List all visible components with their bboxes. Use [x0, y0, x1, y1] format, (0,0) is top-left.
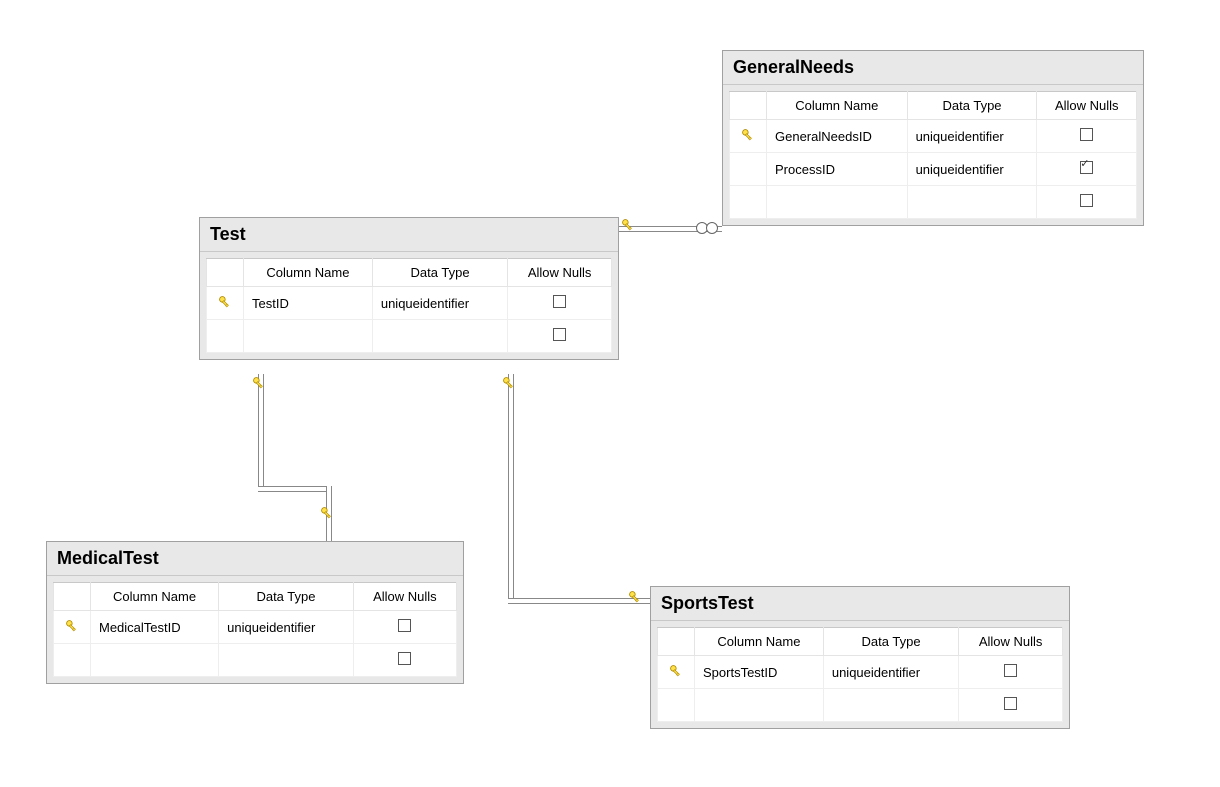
- cell-column-name[interactable]: TestID: [244, 287, 373, 320]
- relation-many-icon: [696, 221, 718, 239]
- cell-column-name[interactable]: GeneralNeedsID: [767, 120, 908, 153]
- columns-grid[interactable]: Column Name Data Type Allow Nulls Medica…: [53, 582, 457, 677]
- relation-test-sportstest: [508, 374, 514, 598]
- cell-allow-nulls[interactable]: [353, 611, 456, 644]
- primary-key-icon: [669, 664, 683, 681]
- primary-key-icon: [741, 128, 755, 145]
- cell-allow-nulls[interactable]: [508, 287, 612, 320]
- table-general-needs[interactable]: GeneralNeeds Column Name Data Type Allow…: [722, 50, 1144, 226]
- cell-column-name[interactable]: ProcessID: [767, 153, 908, 186]
- table-medical-test[interactable]: MedicalTest Column Name Data Type Allow …: [46, 541, 464, 684]
- cell-allow-nulls[interactable]: [1037, 153, 1137, 186]
- cell-data-type[interactable]: uniqueidentifier: [907, 153, 1037, 186]
- header-column-name: Column Name: [244, 259, 373, 287]
- cell-data-type[interactable]: [372, 320, 507, 353]
- cell-data-type[interactable]: uniqueidentifier: [219, 611, 354, 644]
- cell-column-name[interactable]: [244, 320, 373, 353]
- cell-column-name[interactable]: [695, 689, 824, 722]
- columns-grid[interactable]: Column Name Data Type Allow Nulls TestID…: [206, 258, 612, 353]
- diagram-canvas[interactable]: { "headers": { "colname": "Column Name",…: [0, 0, 1220, 787]
- table-row[interactable]: [207, 320, 612, 353]
- cell-data-type[interactable]: uniqueidentifier: [823, 656, 958, 689]
- cell-column-name[interactable]: [767, 186, 908, 219]
- cell-column-name[interactable]: MedicalTestID: [91, 611, 219, 644]
- table-title: GeneralNeeds: [723, 51, 1143, 85]
- header-column-name: Column Name: [767, 92, 908, 120]
- table-row[interactable]: MedicalTestID uniqueidentifier: [54, 611, 457, 644]
- relation-key-icon: [252, 376, 266, 395]
- header-data-type: Data Type: [372, 259, 507, 287]
- header-column-name: Column Name: [91, 583, 219, 611]
- columns-grid[interactable]: Column Name Data Type Allow Nulls Genera…: [729, 91, 1137, 219]
- cell-allow-nulls[interactable]: [959, 656, 1063, 689]
- cell-allow-nulls[interactable]: [353, 644, 456, 677]
- table-row[interactable]: ProcessID uniqueidentifier: [730, 153, 1137, 186]
- cell-allow-nulls[interactable]: [508, 320, 612, 353]
- table-row[interactable]: [658, 689, 1063, 722]
- header-allow-nulls: Allow Nulls: [353, 583, 456, 611]
- header-data-type: Data Type: [219, 583, 354, 611]
- table-row[interactable]: SportsTestID uniqueidentifier: [658, 656, 1063, 689]
- cell-allow-nulls[interactable]: [959, 689, 1063, 722]
- cell-data-type[interactable]: [823, 689, 958, 722]
- cell-column-name[interactable]: [91, 644, 219, 677]
- cell-allow-nulls[interactable]: [1037, 120, 1137, 153]
- table-title: Test: [200, 218, 618, 252]
- relation-key-icon: [628, 590, 642, 609]
- primary-key-icon: [218, 295, 232, 312]
- table-sports-test[interactable]: SportsTest Column Name Data Type Allow N…: [650, 586, 1070, 729]
- header-allow-nulls: Allow Nulls: [1037, 92, 1137, 120]
- header-column-name: Column Name: [695, 628, 824, 656]
- columns-grid[interactable]: Column Name Data Type Allow Nulls Sports…: [657, 627, 1063, 722]
- header-data-type: Data Type: [823, 628, 958, 656]
- relation-test-medicaltest: [258, 486, 330, 492]
- header-data-type: Data Type: [907, 92, 1037, 120]
- cell-column-name[interactable]: SportsTestID: [695, 656, 824, 689]
- table-test[interactable]: Test Column Name Data Type Allow Nulls T…: [199, 217, 619, 360]
- relation-key-icon: [502, 376, 516, 395]
- table-row[interactable]: [730, 186, 1137, 219]
- cell-data-type[interactable]: [907, 186, 1037, 219]
- cell-data-type[interactable]: uniqueidentifier: [372, 287, 507, 320]
- table-title: SportsTest: [651, 587, 1069, 621]
- table-row[interactable]: GeneralNeedsID uniqueidentifier: [730, 120, 1137, 153]
- relation-key-icon: [320, 506, 334, 525]
- table-row[interactable]: TestID uniqueidentifier: [207, 287, 612, 320]
- relation-key-icon: [621, 218, 635, 237]
- header-allow-nulls: Allow Nulls: [959, 628, 1063, 656]
- header-allow-nulls: Allow Nulls: [508, 259, 612, 287]
- table-title: MedicalTest: [47, 542, 463, 576]
- table-row[interactable]: [54, 644, 457, 677]
- primary-key-icon: [65, 619, 79, 636]
- cell-data-type[interactable]: [219, 644, 354, 677]
- cell-data-type[interactable]: uniqueidentifier: [907, 120, 1037, 153]
- cell-allow-nulls[interactable]: [1037, 186, 1137, 219]
